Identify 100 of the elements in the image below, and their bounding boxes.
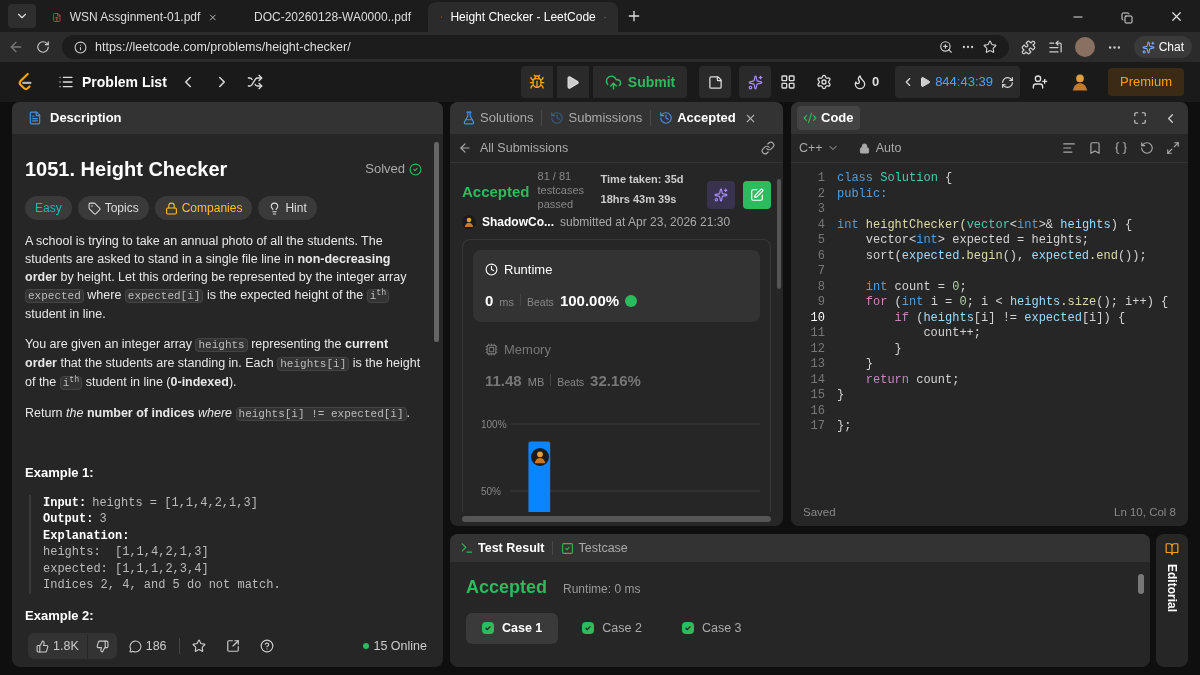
favorites-icon[interactable] bbox=[1047, 39, 1063, 55]
tab-list-button[interactable] bbox=[8, 4, 36, 28]
panel-tab[interactable]: Testcase bbox=[561, 538, 628, 558]
help-icon[interactable] bbox=[259, 639, 274, 653]
online-count: 15 Online bbox=[373, 637, 427, 655]
line-number: 6 bbox=[816, 248, 825, 264]
scrollbar[interactable] bbox=[434, 142, 439, 342]
analyze-button[interactable] bbox=[707, 181, 735, 209]
extensions-icon[interactable] bbox=[1020, 39, 1036, 55]
edit-button[interactable] bbox=[743, 181, 771, 209]
reset-icon[interactable] bbox=[1140, 141, 1154, 155]
axis-label: 100% bbox=[481, 417, 507, 432]
flask-icon bbox=[462, 111, 476, 125]
premium-button[interactable]: Premium bbox=[1108, 68, 1184, 96]
browser-tab[interactable]: Height Checker - LeetCode bbox=[428, 2, 618, 32]
code-tab[interactable]: Code bbox=[797, 106, 860, 130]
lock-icon bbox=[164, 201, 178, 215]
code-icon bbox=[803, 111, 817, 125]
logo-icon[interactable] bbox=[16, 72, 34, 92]
panel-tab[interactable]: Submissions bbox=[550, 108, 643, 128]
share-icon[interactable] bbox=[225, 639, 240, 653]
expand-icon[interactable] bbox=[1166, 141, 1180, 155]
code-line: for (int i = 0; i < heights.size(); i++) { bbox=[864, 295, 1169, 311]
case-tab[interactable]: Case 3 bbox=[665, 613, 758, 644]
metric-card[interactable]: Memory 11.48 MB Beats 32.16% bbox=[473, 330, 760, 402]
back-icon[interactable] bbox=[8, 39, 24, 55]
like-button[interactable]: 1.8K bbox=[28, 632, 87, 660]
comments-button[interactable]: 186 bbox=[128, 636, 167, 656]
timer-panel[interactable]: 844:43:39 bbox=[895, 66, 1020, 98]
zoom-icon[interactable] bbox=[938, 40, 953, 54]
address-field[interactable]: https://leetcode.com/problems/height-checker/ bbox=[62, 35, 1009, 59]
code-line: vector<int> expected = heights; bbox=[864, 233, 1090, 249]
submit-button[interactable]: Submit bbox=[592, 66, 688, 98]
check-icon bbox=[582, 622, 595, 635]
link-icon[interactable] bbox=[761, 141, 775, 155]
back-link[interactable]: All Submissions bbox=[458, 138, 569, 158]
profile-avatar[interactable] bbox=[1074, 37, 1095, 57]
restore-icon[interactable] bbox=[1121, 12, 1133, 24]
book-icon bbox=[1165, 542, 1179, 556]
code-line: } bbox=[837, 388, 845, 404]
browser-tab[interactable]: DOC-20260128-WA0000..pdf bbox=[234, 2, 424, 32]
tag-chip[interactable]: Easy bbox=[25, 196, 72, 220]
reset-icon[interactable] bbox=[1001, 75, 1014, 89]
horizontal-scrollbar[interactable] bbox=[462, 516, 771, 522]
tag-chip[interactable]: Topics bbox=[77, 196, 149, 220]
example-heading: Example 1: bbox=[25, 464, 95, 482]
fullscreen-icon[interactable] bbox=[1133, 111, 1147, 125]
cursor-position: Ln 10, Col 8 bbox=[1114, 505, 1176, 521]
play-icon[interactable] bbox=[919, 76, 932, 88]
code-line: }; bbox=[837, 419, 852, 435]
code-line: return count; bbox=[864, 372, 960, 388]
braces-icon[interactable] bbox=[1114, 141, 1128, 155]
clock-icon bbox=[485, 263, 498, 277]
list-icon[interactable] bbox=[58, 74, 74, 90]
username[interactable]: ShadowCo... bbox=[482, 213, 554, 231]
format-icon[interactable] bbox=[1062, 141, 1076, 155]
history-icon bbox=[550, 111, 565, 125]
result-status: Accepted bbox=[466, 576, 548, 599]
panel-tab[interactable]: Solutions bbox=[462, 108, 534, 128]
browser-tab[interactable]: WSN Assginment-01.pdf bbox=[40, 2, 230, 32]
editorial-side-tab[interactable]: Editorial bbox=[1156, 534, 1188, 667]
sparkle-icon bbox=[747, 74, 763, 90]
line-number: 8 bbox=[816, 279, 825, 295]
settings-icon[interactable] bbox=[815, 74, 832, 90]
tag-chip[interactable]: Companies bbox=[154, 196, 253, 220]
add-user-icon[interactable] bbox=[1032, 74, 1048, 90]
case-tab[interactable]: Case 1 bbox=[466, 613, 559, 644]
panel-tab[interactable]: Test Result bbox=[460, 538, 545, 558]
line-number: 13 bbox=[809, 357, 825, 373]
star-icon[interactable] bbox=[191, 639, 206, 653]
example-value: Indices 2, 4, and 5 do not match. bbox=[43, 577, 281, 594]
bookmark-icon[interactable] bbox=[1088, 141, 1102, 155]
thumbs-up-icon bbox=[36, 639, 49, 653]
metric-card[interactable]: Runtime 0 ms Beats 100.00% bbox=[473, 250, 760, 322]
ai-button[interactable] bbox=[739, 66, 772, 98]
problem-list-link[interactable]: Problem List bbox=[82, 71, 167, 93]
description-tab[interactable]: Description bbox=[50, 108, 122, 128]
line-number: 2 bbox=[816, 186, 825, 202]
language-select[interactable]: C++ bbox=[799, 138, 839, 158]
reload-icon[interactable] bbox=[36, 40, 50, 54]
scrollbar[interactable] bbox=[1138, 574, 1144, 594]
line-number: 9 bbox=[816, 295, 825, 311]
run-button[interactable] bbox=[556, 66, 589, 98]
mode-label[interactable]: Auto bbox=[858, 138, 902, 158]
shuffle-icon[interactable] bbox=[246, 74, 263, 90]
code-line: public: bbox=[837, 186, 888, 202]
scrollbar[interactable] bbox=[777, 179, 781, 289]
new-tab-icon[interactable] bbox=[626, 8, 642, 24]
pen-icon bbox=[750, 188, 764, 202]
panel-tab[interactable]: Accepted bbox=[659, 108, 757, 128]
tag-chip[interactable]: Hint bbox=[258, 196, 317, 220]
star-icon[interactable] bbox=[982, 40, 997, 54]
case-tab[interactable]: Case 2 bbox=[566, 613, 658, 644]
debug-button[interactable] bbox=[520, 66, 553, 98]
layout-icon[interactable] bbox=[779, 74, 796, 90]
line-number: 17 bbox=[809, 419, 825, 435]
example-heading: Example 2: bbox=[25, 606, 95, 625]
chat-button[interactable]: Chat bbox=[1133, 36, 1192, 58]
note-button[interactable] bbox=[699, 66, 732, 98]
example-label: Explanation: bbox=[43, 527, 130, 544]
